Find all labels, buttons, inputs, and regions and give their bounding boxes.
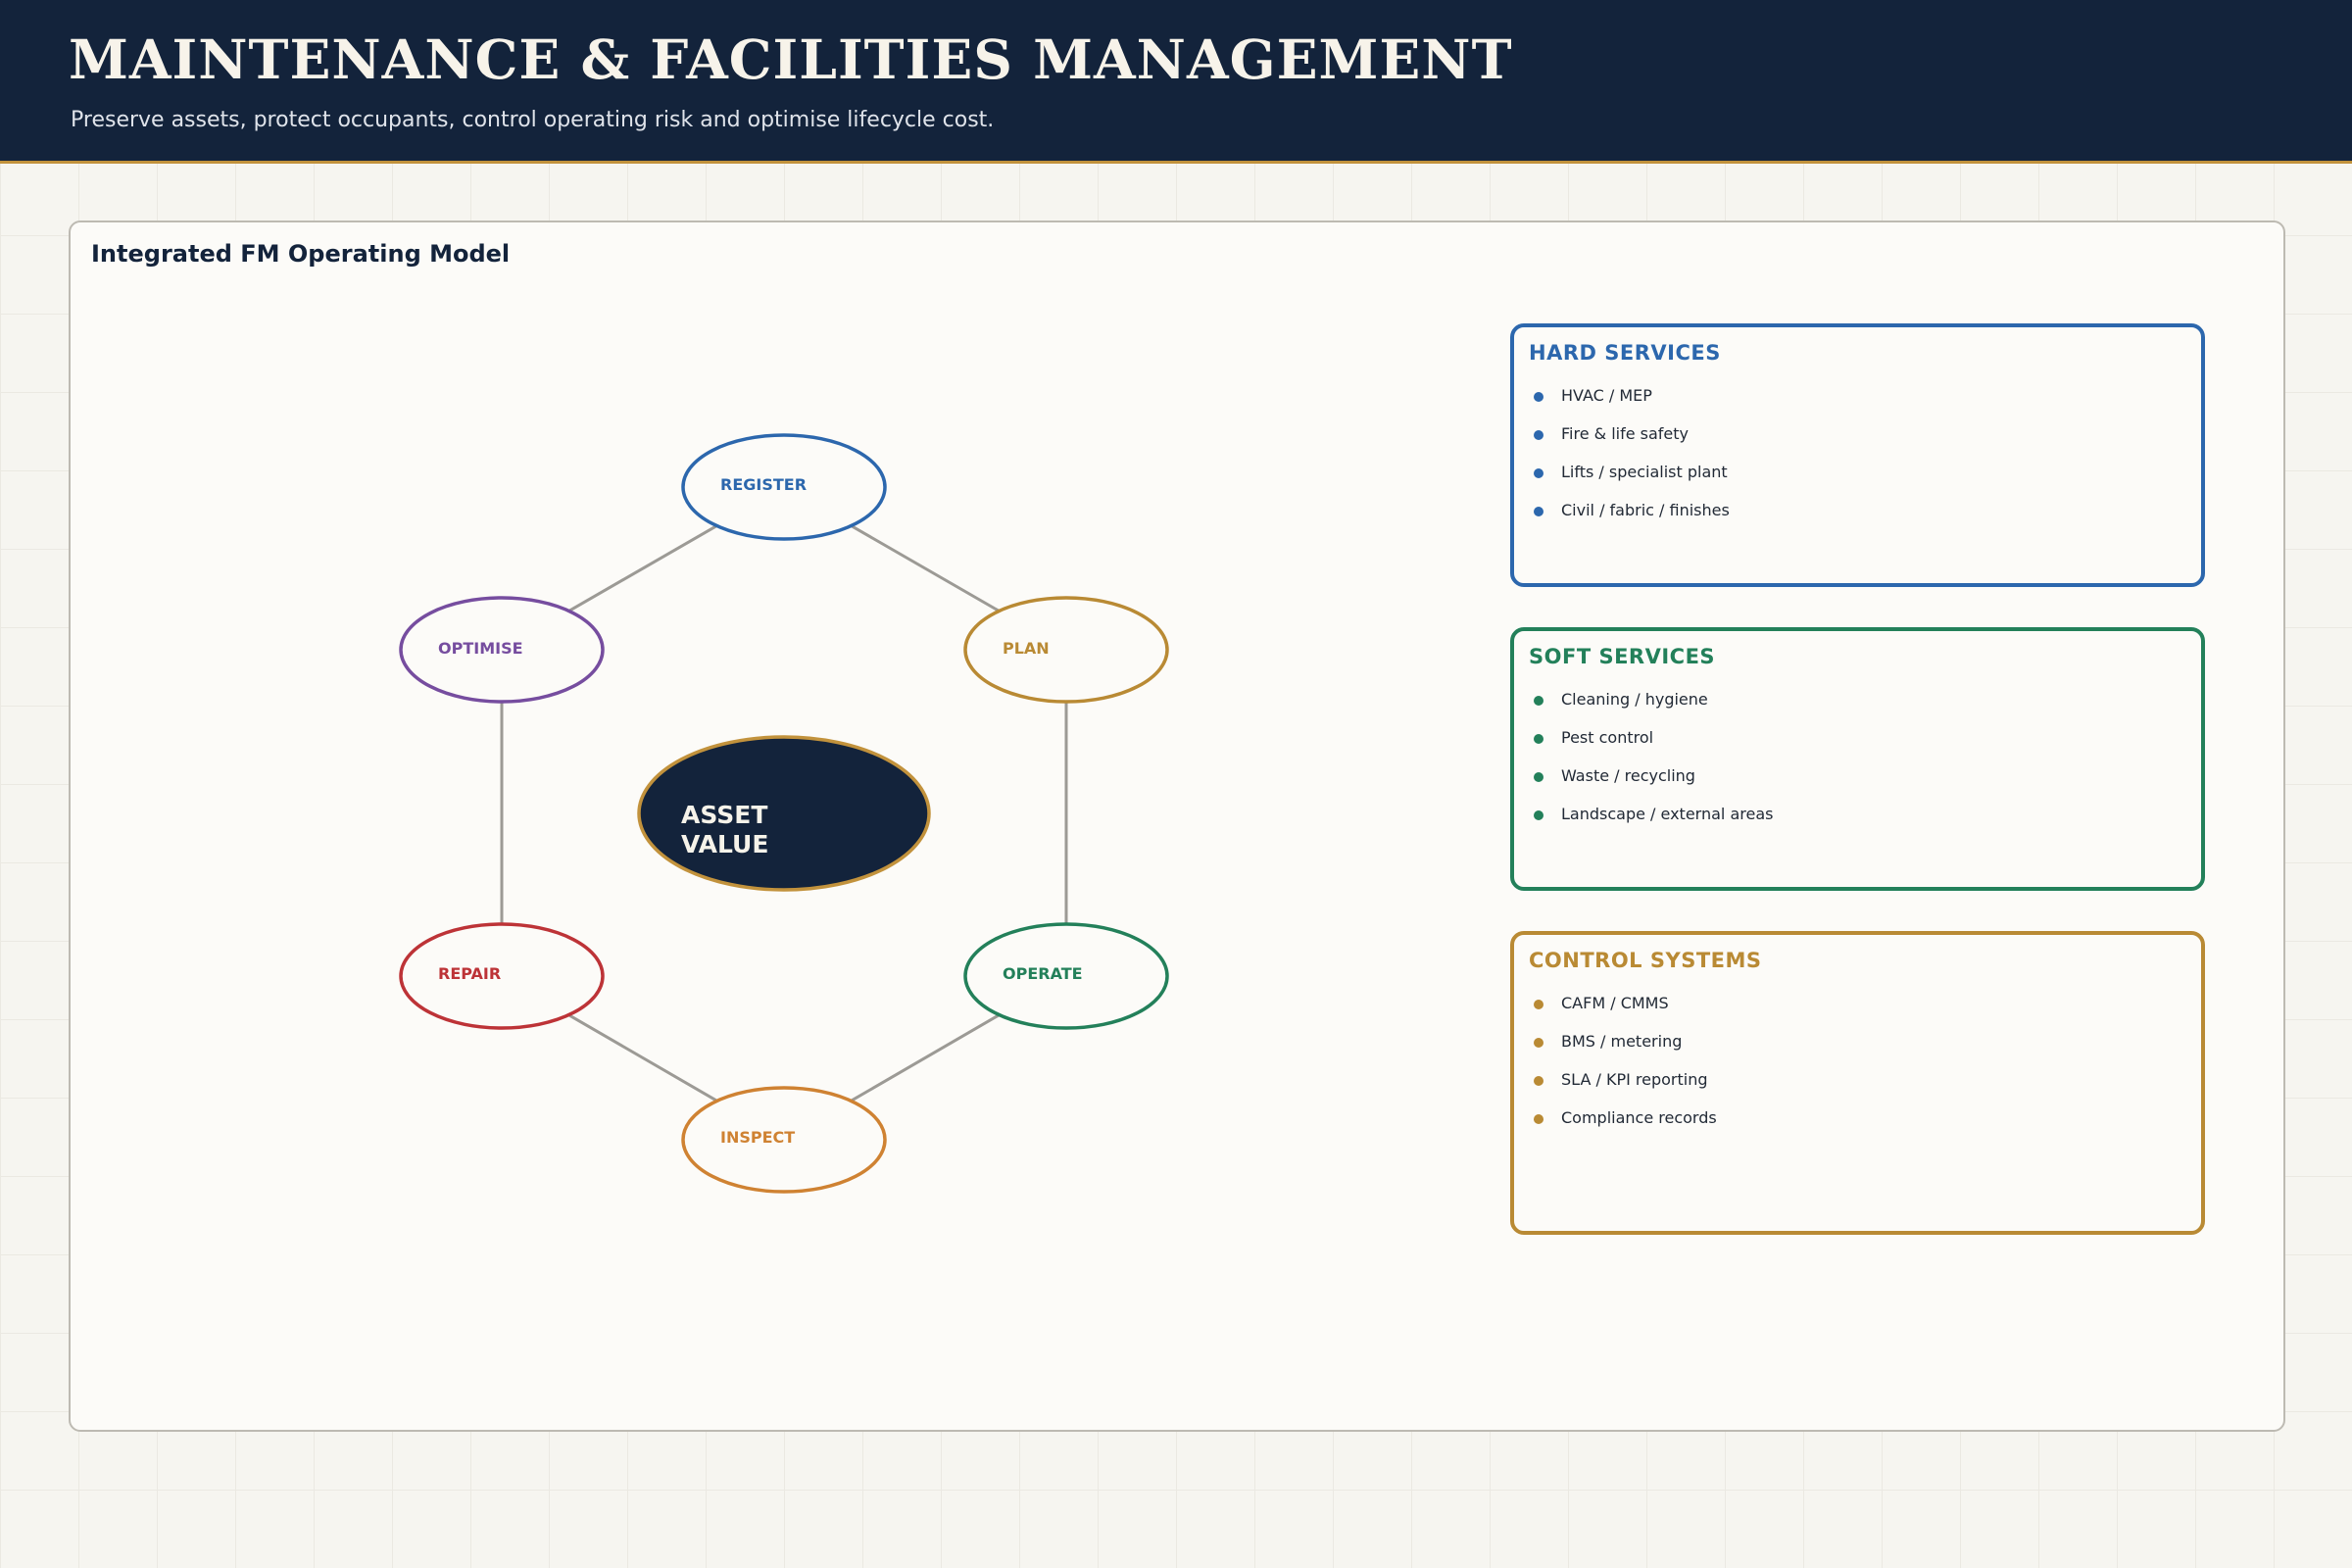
list-item-text: Lifts / specialist plant: [1561, 463, 1728, 481]
list-item: Compliance records: [1534, 1108, 1717, 1147]
list-item: Pest control: [1534, 728, 1773, 766]
list-item: CAFM / CMMS: [1534, 994, 1717, 1032]
list-item: Lifts / specialist plant: [1534, 463, 1730, 501]
bullet-dot-icon: [1534, 1038, 1544, 1048]
list-item-text: Fire & life safety: [1561, 424, 1690, 443]
list-item: Landscape / external areas: [1534, 805, 1773, 843]
list-item-text: CAFM / CMMS: [1561, 994, 1669, 1012]
list-item-text: BMS / metering: [1561, 1032, 1683, 1051]
bullet-dot-icon: [1534, 507, 1544, 516]
bullet-dot-icon: [1534, 1000, 1544, 1009]
bullet-dot-icon: [1534, 734, 1544, 744]
list-item-text: Civil / fabric / finishes: [1561, 501, 1730, 519]
list-item-text: Cleaning / hygiene: [1561, 690, 1708, 709]
cycle-node-operate: OPERATE: [963, 922, 1169, 1030]
list-item-text: HVAC / MEP: [1561, 386, 1652, 405]
list-item-text: Landscape / external areas: [1561, 805, 1774, 823]
plan-node-ellipse: [963, 596, 1169, 704]
list-item: Fire & life safety: [1534, 424, 1730, 463]
optimise-node-label: OPTIMISE: [438, 639, 523, 658]
hard-services-card: HARD SERVICES HVAC / MEP Fire & life saf…: [1510, 323, 2205, 587]
register-node-label: REGISTER: [720, 475, 807, 494]
bullet-dot-icon: [1534, 468, 1544, 478]
repair-node-label: REPAIR: [438, 964, 501, 983]
inspect-node-label: INSPECT: [720, 1128, 795, 1147]
cycle-connector-line: [850, 1013, 1001, 1102]
soft-services-title: SOFT SERVICES: [1529, 645, 1716, 668]
control-systems-list: CAFM / CMMS BMS / metering SLA / KPI rep…: [1534, 994, 1717, 1147]
bullet-dot-icon: [1534, 772, 1544, 782]
bullet-dot-icon: [1534, 810, 1544, 820]
operate-node-label: OPERATE: [1003, 964, 1083, 983]
list-item: Civil / fabric / finishes: [1534, 501, 1730, 539]
hard-services-title: HARD SERVICES: [1529, 341, 1721, 365]
cycle-node-register: REGISTER: [681, 433, 887, 541]
soft-services-list: Cleaning / hygiene Pest control Waste / …: [1534, 690, 1773, 843]
list-item: Waste / recycling: [1534, 766, 1773, 805]
bullet-dot-icon: [1534, 392, 1544, 402]
bullet-dot-icon: [1534, 430, 1544, 440]
list-item: SLA / KPI reporting: [1534, 1070, 1717, 1108]
list-item-text: Compliance records: [1561, 1108, 1717, 1127]
bullet-dot-icon: [1534, 1114, 1544, 1124]
list-item-text: SLA / KPI reporting: [1561, 1070, 1708, 1089]
center-label-line-1: ASSET: [681, 801, 767, 829]
list-item: BMS / metering: [1534, 1032, 1717, 1070]
center-node: ASSET VALUE: [637, 735, 931, 892]
control-systems-title: CONTROL SYSTEMS: [1529, 949, 1762, 972]
cycle-connector-line: [567, 1013, 718, 1102]
hard-services-list: HVAC / MEP Fire & life safety Lifts / sp…: [1534, 386, 1730, 539]
cycle-node-repair: REPAIR: [399, 922, 605, 1030]
bullet-dot-icon: [1534, 1076, 1544, 1086]
list-item-text: Pest control: [1561, 728, 1654, 747]
repair-node-ellipse: [399, 922, 605, 1030]
soft-services-card: SOFT SERVICES Cleaning / hygiene Pest co…: [1510, 627, 2205, 891]
bullet-dot-icon: [1534, 696, 1544, 706]
cycle-node-inspect: INSPECT: [681, 1086, 887, 1194]
list-item: HVAC / MEP: [1534, 386, 1730, 424]
cycle-connector-line: [850, 524, 1001, 612]
cycle-node-plan: PLAN: [963, 596, 1169, 704]
control-systems-card: CONTROL SYSTEMS CAFM / CMMS BMS / meteri…: [1510, 931, 2205, 1235]
center-label-line-2: VALUE: [681, 830, 768, 858]
plan-node-label: PLAN: [1003, 639, 1050, 658]
cycle-connector-line: [567, 524, 718, 612]
cycle-node-optimise: OPTIMISE: [399, 596, 605, 704]
list-item-text: Waste / recycling: [1561, 766, 1695, 785]
list-item: Cleaning / hygiene: [1534, 690, 1773, 728]
